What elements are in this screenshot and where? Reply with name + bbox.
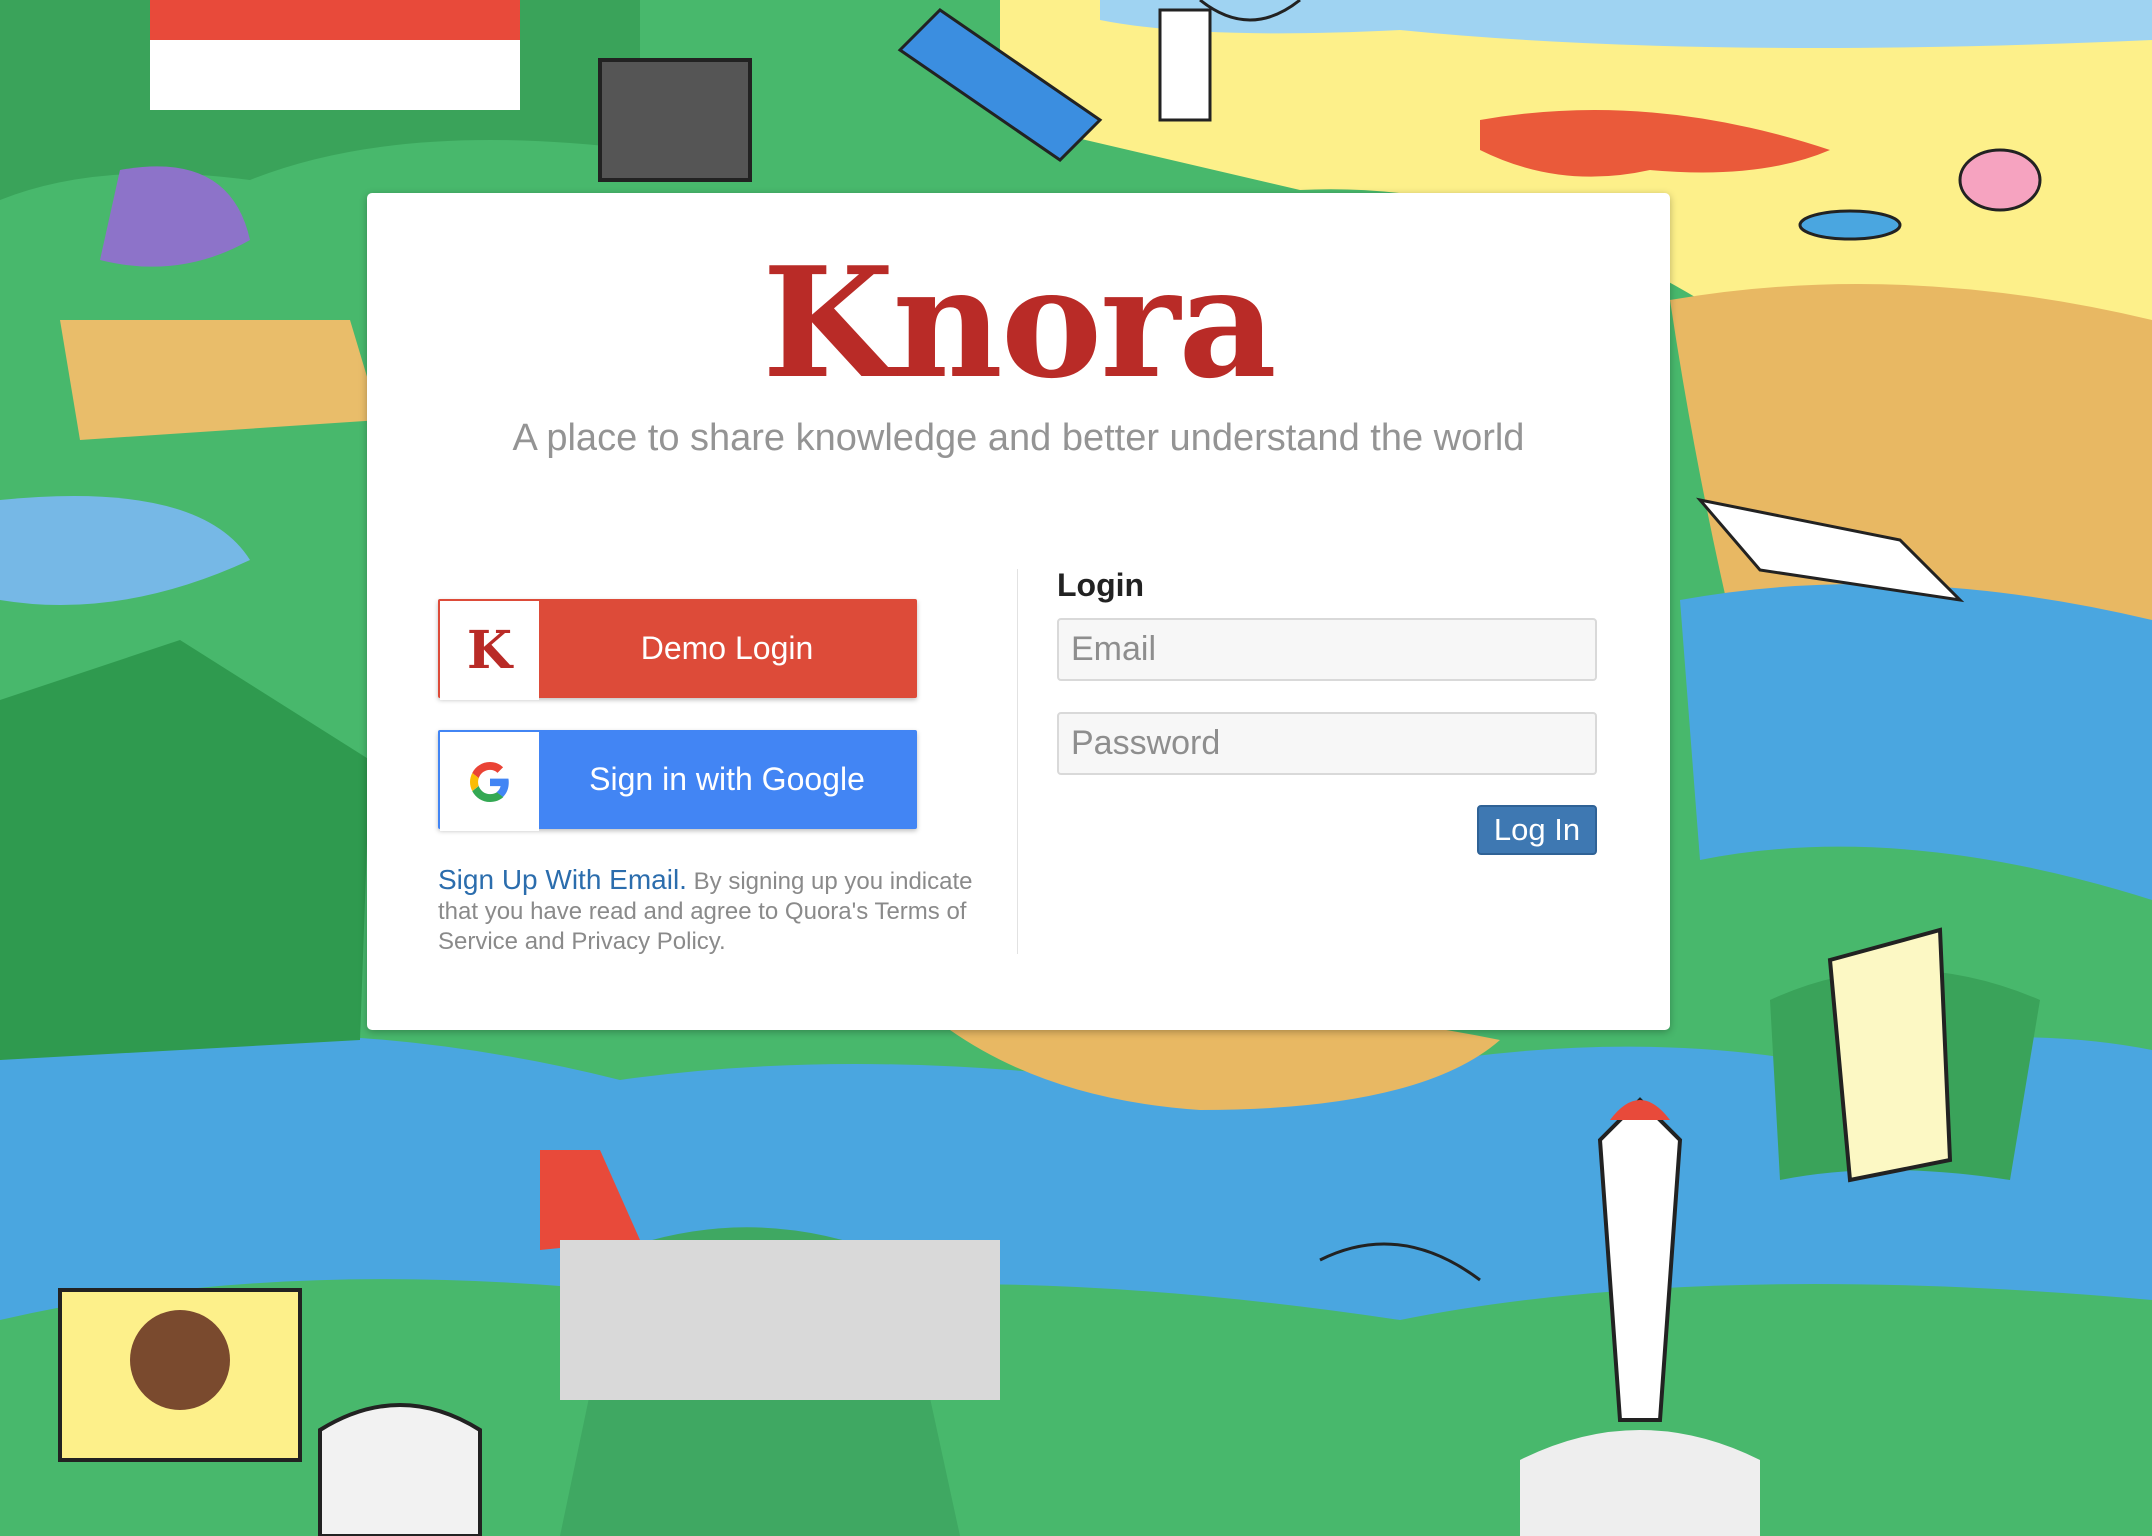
log-in-button[interactable]: Log In	[1477, 805, 1597, 855]
tagline: A place to share knowledge and better un…	[512, 417, 1525, 459]
google-signin-label: Sign in with Google	[589, 761, 865, 797]
knora-logo[interactable]: Knora	[367, 233, 1670, 412]
google-icon	[440, 732, 539, 831]
password-field[interactable]	[1057, 712, 1597, 775]
login-card: Knora A place to share knowledge and bet…	[367, 193, 1670, 1030]
column-divider	[1017, 569, 1018, 954]
login-title: Login	[1057, 567, 1145, 603]
google-g-glyph	[469, 761, 509, 802]
signup-email-link[interactable]: Sign Up With Email.	[438, 864, 687, 895]
knora-k-icon: K	[440, 601, 539, 700]
demo-login-button[interactable]: K Demo Login	[438, 599, 917, 700]
signup-terms: Sign Up With Email. By signing up you in…	[438, 865, 978, 957]
email-field[interactable]	[1057, 618, 1597, 681]
google-signin-button[interactable]: Sign in with Google	[438, 730, 917, 831]
demo-login-label: Demo Login	[640, 630, 814, 666]
